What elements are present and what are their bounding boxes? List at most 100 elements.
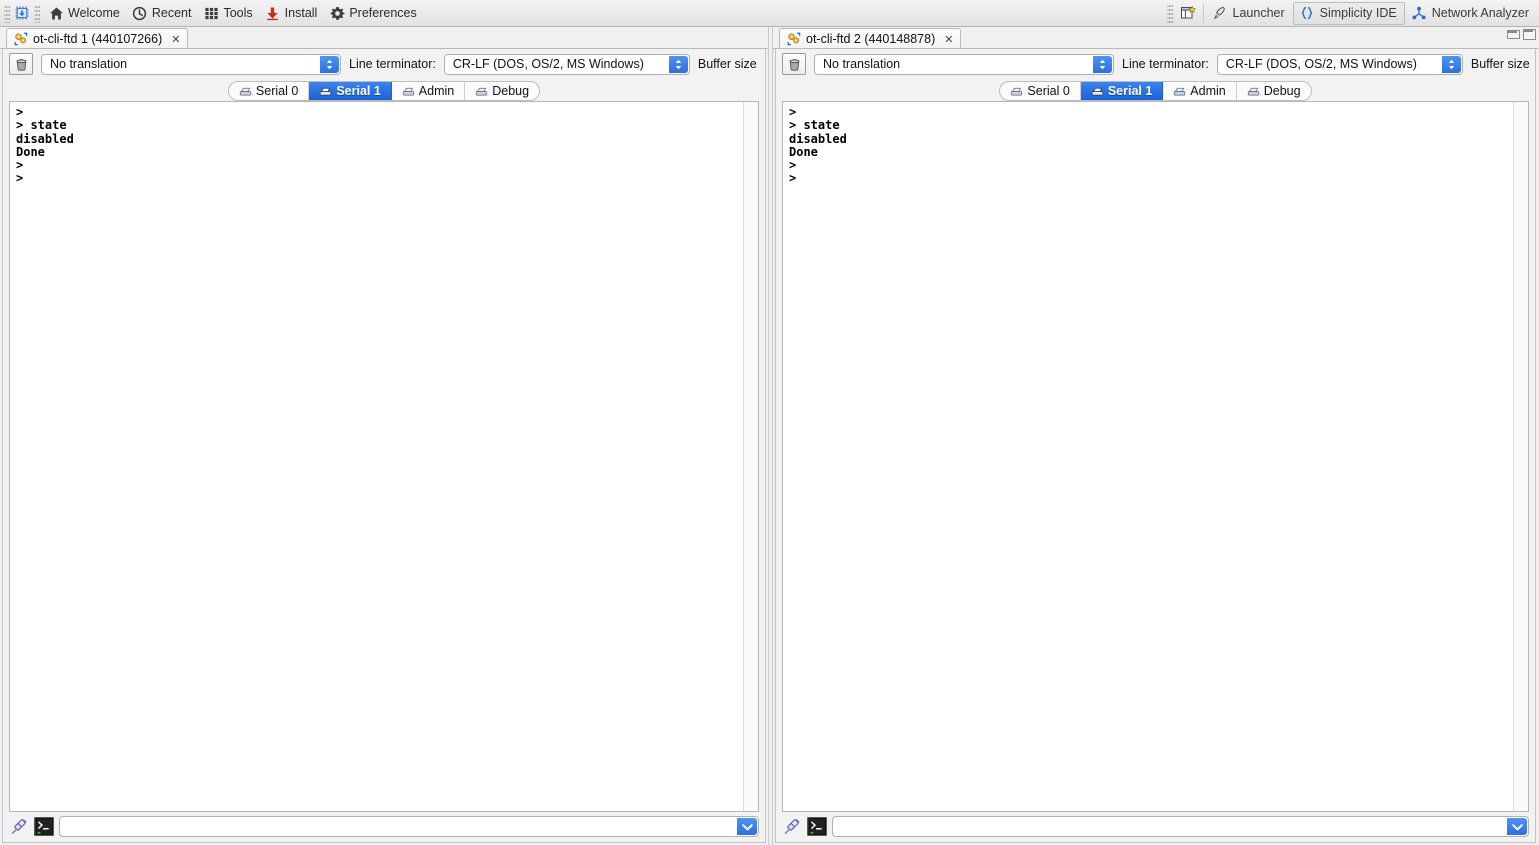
serial-tabs-left: Serial 0 Serial 1 Admin Debug xyxy=(227,81,541,101)
perspective-separator xyxy=(1202,3,1204,23)
serial-tab-serial-0-right[interactable]: Serial 0 xyxy=(1000,82,1081,100)
editor-tab-ot-cli-ftd-2[interactable]: ot-cli-ftd 2 (440148878) ✕ xyxy=(779,28,962,49)
network-icon xyxy=(1411,5,1427,21)
serial-tab-label: Serial 0 xyxy=(1027,84,1070,98)
console-input-row-right xyxy=(776,812,1535,842)
open-perspective-button[interactable] xyxy=(1175,2,1201,25)
command-history-dropdown-right[interactable] xyxy=(1507,818,1527,835)
serial-gears-icon xyxy=(787,32,801,46)
serial-tab-label: Debug xyxy=(1263,84,1301,98)
console-output-wrap-left: > > state disabled Done > > xyxy=(9,101,759,812)
chevron-updown-icon xyxy=(668,55,688,73)
serial-tab-serial-1-left[interactable]: Serial 1 xyxy=(309,82,392,100)
perspective-drag-handle[interactable] xyxy=(1166,2,1173,24)
translation-select-left[interactable]: No translation xyxy=(41,53,341,75)
editor-pane-container: ot-cli-ftd 1 (440107266) ✕ No translatio… xyxy=(0,27,1539,845)
console-vertical-scrollbar-right[interactable] xyxy=(1513,102,1528,811)
tabstrip-underline-right xyxy=(773,48,1538,49)
serial-tab-admin-right[interactable]: Admin xyxy=(1163,82,1237,100)
tabstrip-underline-left xyxy=(0,48,768,49)
terminal-console-icon[interactable] xyxy=(34,817,54,836)
serial-gears-icon xyxy=(14,32,28,46)
minimize-icon[interactable] xyxy=(1506,28,1520,39)
perspective-label-network-analyzer: Network Analyzer xyxy=(1431,6,1529,20)
line-terminator-select-left[interactable]: CR-LF (DOS, OS/2, MS Windows) xyxy=(443,53,690,75)
editor-tab-title-right: ot-cli-ftd 2 (440148878) xyxy=(806,32,936,46)
perspective-launcher[interactable]: Launcher xyxy=(1206,2,1293,25)
serial-tab-label: Serial 0 xyxy=(255,84,299,98)
buffer-size-label-left: Buffer size xyxy=(697,57,757,71)
editor-tab-title-left: ot-cli-ftd 1 (440107266) xyxy=(33,32,163,46)
serial-tabs-row-right: Serial 0 Serial 1 Admin Debug xyxy=(776,79,1535,101)
buffer-size-label-right: Buffer size xyxy=(1470,57,1530,71)
line-terminator-value-left: CR-LF (DOS, OS/2, MS Windows) xyxy=(452,57,644,71)
line-terminator-select-right[interactable]: CR-LF (DOS, OS/2, MS Windows) xyxy=(1216,53,1463,75)
serial-tab-serial-0-left[interactable]: Serial 0 xyxy=(229,82,310,100)
clear-console-button-right[interactable] xyxy=(782,53,806,75)
toolbar-button-welcome[interactable]: Welcome xyxy=(42,2,126,25)
console-vertical-scrollbar-left[interactable] xyxy=(743,102,758,811)
toolbar-button-install[interactable]: Install xyxy=(259,2,324,25)
toolbar-drag-handle[interactable] xyxy=(4,3,10,23)
serial-port-icon xyxy=(1173,85,1186,98)
maximize-icon[interactable] xyxy=(1522,28,1536,40)
command-input-wrap-right[interactable] xyxy=(832,816,1529,837)
command-history-dropdown-left[interactable] xyxy=(737,818,757,835)
editor-area: ot-cli-ftd 1 (440107266) ✕ No translatio… xyxy=(0,27,1539,845)
close-icon[interactable]: ✕ xyxy=(944,34,953,45)
serial-port-icon xyxy=(402,85,415,98)
perspective-network-analyzer[interactable]: Network Analyzer xyxy=(1405,2,1537,25)
toolbar-label-welcome: Welcome xyxy=(68,5,120,20)
clear-console-button-left[interactable] xyxy=(9,53,33,75)
close-icon[interactable]: ✕ xyxy=(171,34,180,45)
serial-tab-serial-1-right[interactable]: Serial 1 xyxy=(1080,82,1164,100)
connection-plug-icon[interactable] xyxy=(9,817,29,837)
toolbar-button-recent[interactable]: Recent xyxy=(126,2,198,25)
serial-tabs-row-left: Serial 0 Serial 1 Admin Debug xyxy=(3,79,765,101)
toolbar-button-preferences[interactable]: Preferences xyxy=(323,2,422,25)
toolbar-button-tools[interactable]: Tools xyxy=(197,2,258,25)
main-toolbar: Welcome Recent Tools Install Preferences… xyxy=(0,0,1539,27)
serial-port-icon xyxy=(475,85,488,98)
translation-value-right: No translation xyxy=(823,57,901,71)
serial-tab-admin-left[interactable]: Admin xyxy=(392,82,466,100)
toolbar-drag-handle-2[interactable] xyxy=(34,3,40,23)
tabstrip-right: ot-cli-ftd 2 (440148878) ✕ xyxy=(773,27,1538,49)
editor-pane-left: ot-cli-ftd 1 (440107266) ✕ No translatio… xyxy=(0,27,768,845)
serial-port-icon xyxy=(1247,85,1260,98)
perspective-label-launcher: Launcher xyxy=(1232,6,1285,20)
download-icon xyxy=(265,5,281,21)
console-controls-right: No translation Line terminator: CR-LF (D… xyxy=(776,49,1535,79)
home-icon xyxy=(48,5,64,21)
grid-icon xyxy=(203,5,219,21)
line-terminator-value-right: CR-LF (DOS, OS/2, MS Windows) xyxy=(1225,57,1417,71)
serial-tab-debug-right[interactable]: Debug xyxy=(1237,82,1311,100)
rocket-icon xyxy=(1212,5,1228,21)
console-output-left[interactable]: > > state disabled Done > > xyxy=(10,102,743,811)
perspective-label-simplicity-ide: Simplicity IDE xyxy=(1319,6,1397,20)
connection-plug-icon[interactable] xyxy=(782,817,802,837)
serial-tab-label: Serial 1 xyxy=(336,84,381,98)
serial-tab-label: Admin xyxy=(1190,84,1226,98)
console-output-right[interactable]: > > state disabled Done > > xyxy=(783,102,1513,811)
command-input-left[interactable] xyxy=(60,817,758,836)
perspective-simplicity-ide[interactable]: Simplicity IDE xyxy=(1292,1,1405,25)
line-terminator-label-left: Line terminator: xyxy=(349,57,436,71)
command-input-right[interactable] xyxy=(833,817,1528,836)
serial-tab-label: Admin xyxy=(418,84,455,98)
serial-tab-label: Debug xyxy=(492,84,530,98)
translation-value-left: No translation xyxy=(50,57,128,71)
translation-select-right[interactable]: No translation xyxy=(814,53,1114,75)
gear-icon xyxy=(329,5,345,21)
clock-icon xyxy=(132,5,148,21)
microchip-icon[interactable] xyxy=(14,5,30,21)
braces-icon xyxy=(1299,5,1315,21)
command-input-wrap-left[interactable] xyxy=(59,816,759,837)
editor-tab-ot-cli-ftd-1[interactable]: ot-cli-ftd 1 (440107266) ✕ xyxy=(6,28,189,49)
serial-port-icon xyxy=(239,85,252,98)
serial-tab-debug-left[interactable]: Debug xyxy=(465,82,539,100)
terminal-console-icon[interactable] xyxy=(807,817,827,836)
editor-pane-right: ot-cli-ftd 2 (440148878) ✕ No translatio… xyxy=(773,27,1538,845)
new-perspective-icon xyxy=(1180,5,1196,21)
line-terminator-label-right: Line terminator: xyxy=(1122,57,1209,71)
